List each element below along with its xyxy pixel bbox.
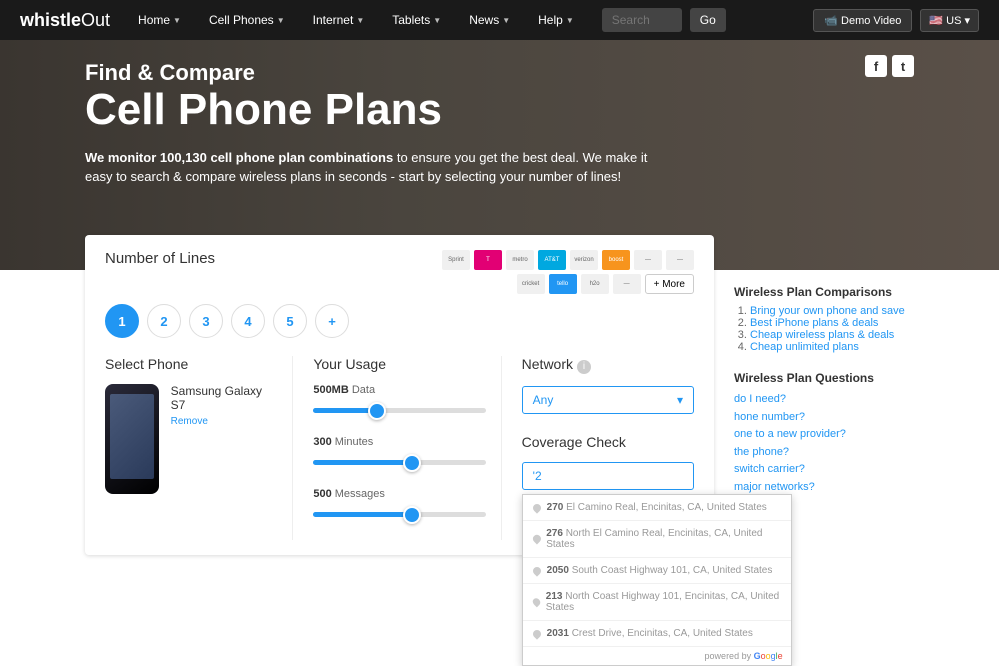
minutes-slider[interactable] — [313, 448, 485, 478]
carrier-logo[interactable]: — — [613, 274, 641, 294]
search-input[interactable] — [602, 8, 682, 32]
carrier-logo[interactable]: cricket — [517, 274, 545, 294]
carrier-logo[interactable]: h2o — [581, 274, 609, 294]
network-select[interactable]: Any▾ — [522, 386, 694, 414]
twitter-icon[interactable]: t — [892, 55, 914, 77]
nav-cellphones[interactable]: Cell Phones▼ — [199, 13, 295, 27]
data-slider[interactable] — [313, 396, 485, 426]
search-card: Number of Lines Sprint T metro AT&T veri… — [85, 235, 714, 555]
suggestion-item[interactable]: 2031 Crest Drive, Encinitas, CA, United … — [523, 621, 791, 647]
lines-label: Number of Lines — [105, 250, 215, 294]
sidebar-link[interactable]: one to a new provider? — [734, 428, 846, 440]
carrier-logo[interactable]: — — [634, 250, 662, 270]
coverage-input[interactable] — [522, 462, 694, 490]
sidebar-link[interactable]: Best iPhone plans & deals — [750, 317, 878, 329]
minutes-label: 300 Minutes — [313, 436, 485, 448]
hero-subtitle: Find & Compare — [85, 60, 914, 86]
lines-4[interactable]: 4 — [231, 304, 265, 338]
sidebar-link[interactable]: hone number? — [734, 411, 805, 423]
pin-icon — [531, 628, 542, 639]
lines-5[interactable]: 5 — [273, 304, 307, 338]
lines-3[interactable]: 3 — [189, 304, 223, 338]
pin-icon — [531, 533, 542, 544]
comparisons-heading: Wireless Plan Comparisons — [734, 285, 914, 299]
more-carriers-button[interactable]: + More — [645, 274, 694, 294]
nav-home[interactable]: Home▼ — [128, 13, 191, 27]
carrier-logo[interactable]: AT&T — [538, 250, 566, 270]
suggestion-item[interactable]: 276 North El Camino Real, Encinitas, CA,… — [523, 521, 791, 558]
sidebar-link[interactable]: switch carrier? — [734, 463, 805, 475]
sidebar-link[interactable]: Cheap unlimited plans — [750, 341, 859, 353]
select-phone-title: Select Phone — [105, 356, 277, 372]
messages-slider[interactable] — [313, 500, 485, 530]
data-label: 500MB Data — [313, 384, 485, 396]
carrier-logo[interactable]: tello — [549, 274, 577, 294]
coverage-title: Coverage Check — [522, 434, 694, 450]
coverage-dropdown: 270 El Camino Real, Encinitas, CA, Unite… — [522, 494, 792, 666]
chevron-down-icon: ▾ — [677, 393, 683, 407]
suggestion-item[interactable]: 2050 South Coast Highway 101, CA, United… — [523, 558, 791, 584]
messages-label: 500 Messages — [313, 488, 485, 500]
pin-icon — [531, 597, 542, 608]
pin-icon — [531, 565, 542, 576]
hero-description: We monitor 100,130 cell phone plan combi… — [85, 149, 665, 185]
phone-name: Samsung Galaxy S7 — [171, 384, 278, 412]
lines-2[interactable]: 2 — [147, 304, 181, 338]
lines-plus[interactable]: + — [315, 304, 349, 338]
powered-by: powered by Google — [523, 647, 791, 665]
carrier-logo[interactable]: boost — [602, 250, 630, 270]
nav-tablets[interactable]: Tablets▼ — [382, 13, 451, 27]
questions-heading: Wireless Plan Questions — [734, 371, 914, 385]
pin-icon — [531, 502, 542, 513]
nav-internet[interactable]: Internet▼ — [303, 13, 375, 27]
carrier-logo[interactable]: — — [666, 250, 694, 270]
usage-title: Your Usage — [313, 356, 485, 372]
go-button[interactable]: Go — [690, 8, 726, 32]
carrier-logo[interactable]: verizon — [570, 250, 598, 270]
locale-button[interactable]: 🇺🇸 US ▾ — [920, 9, 979, 32]
carrier-logo[interactable]: metro — [506, 250, 534, 270]
nav-news[interactable]: News▼ — [459, 13, 520, 27]
sidebar-link[interactable]: major networks? — [734, 481, 815, 493]
phone-image[interactable] — [105, 384, 159, 494]
sidebar-link[interactable]: the phone? — [734, 446, 789, 458]
demo-button[interactable]: 📹 Demo Video — [813, 9, 912, 32]
navbar: whistleOut Home▼ Cell Phones▼ Internet▼ … — [0, 0, 999, 40]
facebook-icon[interactable]: f — [865, 55, 887, 77]
remove-phone-link[interactable]: Remove — [171, 416, 278, 427]
carrier-logo[interactable]: Sprint — [442, 250, 470, 270]
sidebar-link[interactable]: Cheap wireless plans & deals — [750, 329, 894, 341]
carrier-logo[interactable]: T — [474, 250, 502, 270]
logo[interactable]: whistleOut — [20, 10, 110, 31]
carrier-logos: Sprint T metro AT&T verizon boost — — cr… — [414, 250, 694, 294]
sidebar-link[interactable]: Bring your own phone and save — [750, 305, 905, 317]
lines-1[interactable]: 1 — [105, 304, 139, 338]
hero-title: Cell Phone Plans — [85, 86, 914, 134]
suggestion-item[interactable]: 213 North Coast Highway 101, Encinitas, … — [523, 584, 791, 621]
suggestion-item[interactable]: 270 El Camino Real, Encinitas, CA, Unite… — [523, 495, 791, 521]
info-icon[interactable]: i — [577, 360, 591, 374]
network-title: Networki — [522, 356, 694, 374]
sidebar-link[interactable]: do I need? — [734, 393, 786, 405]
nav-help[interactable]: Help▼ — [528, 13, 584, 27]
